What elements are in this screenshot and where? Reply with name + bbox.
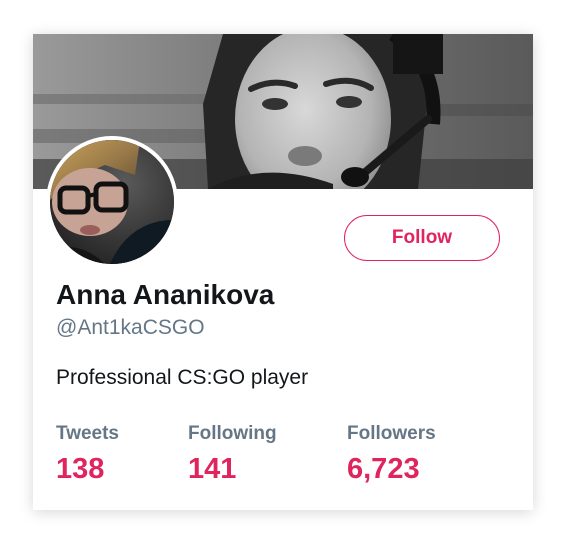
stat-tweets-label: Tweets [56, 423, 120, 444]
profile-bio: Professional CS:GO player [56, 366, 309, 389]
follow-button[interactable]: Follow [344, 215, 500, 261]
profile-name: Anna Ananikova [56, 279, 275, 310]
stat-following[interactable]: Following 141 [188, 423, 277, 485]
stat-followers-label: Followers [347, 423, 436, 444]
stat-following-label: Following [188, 423, 277, 444]
stat-followers-value: 6,723 [347, 453, 420, 485]
stat-tweets-value: 138 [56, 453, 105, 485]
profile-handle[interactable]: @Ant1kaCSGO [56, 316, 205, 340]
stat-following-value: 141 [188, 453, 237, 485]
stat-followers[interactable]: Followers 6,723 [347, 423, 436, 485]
profile-card: Follow Anna Ananikova @Ant1kaCSGO Profes… [33, 34, 533, 510]
profile-avatar[interactable] [46, 136, 178, 268]
stat-tweets[interactable]: Tweets 138 [56, 423, 119, 485]
